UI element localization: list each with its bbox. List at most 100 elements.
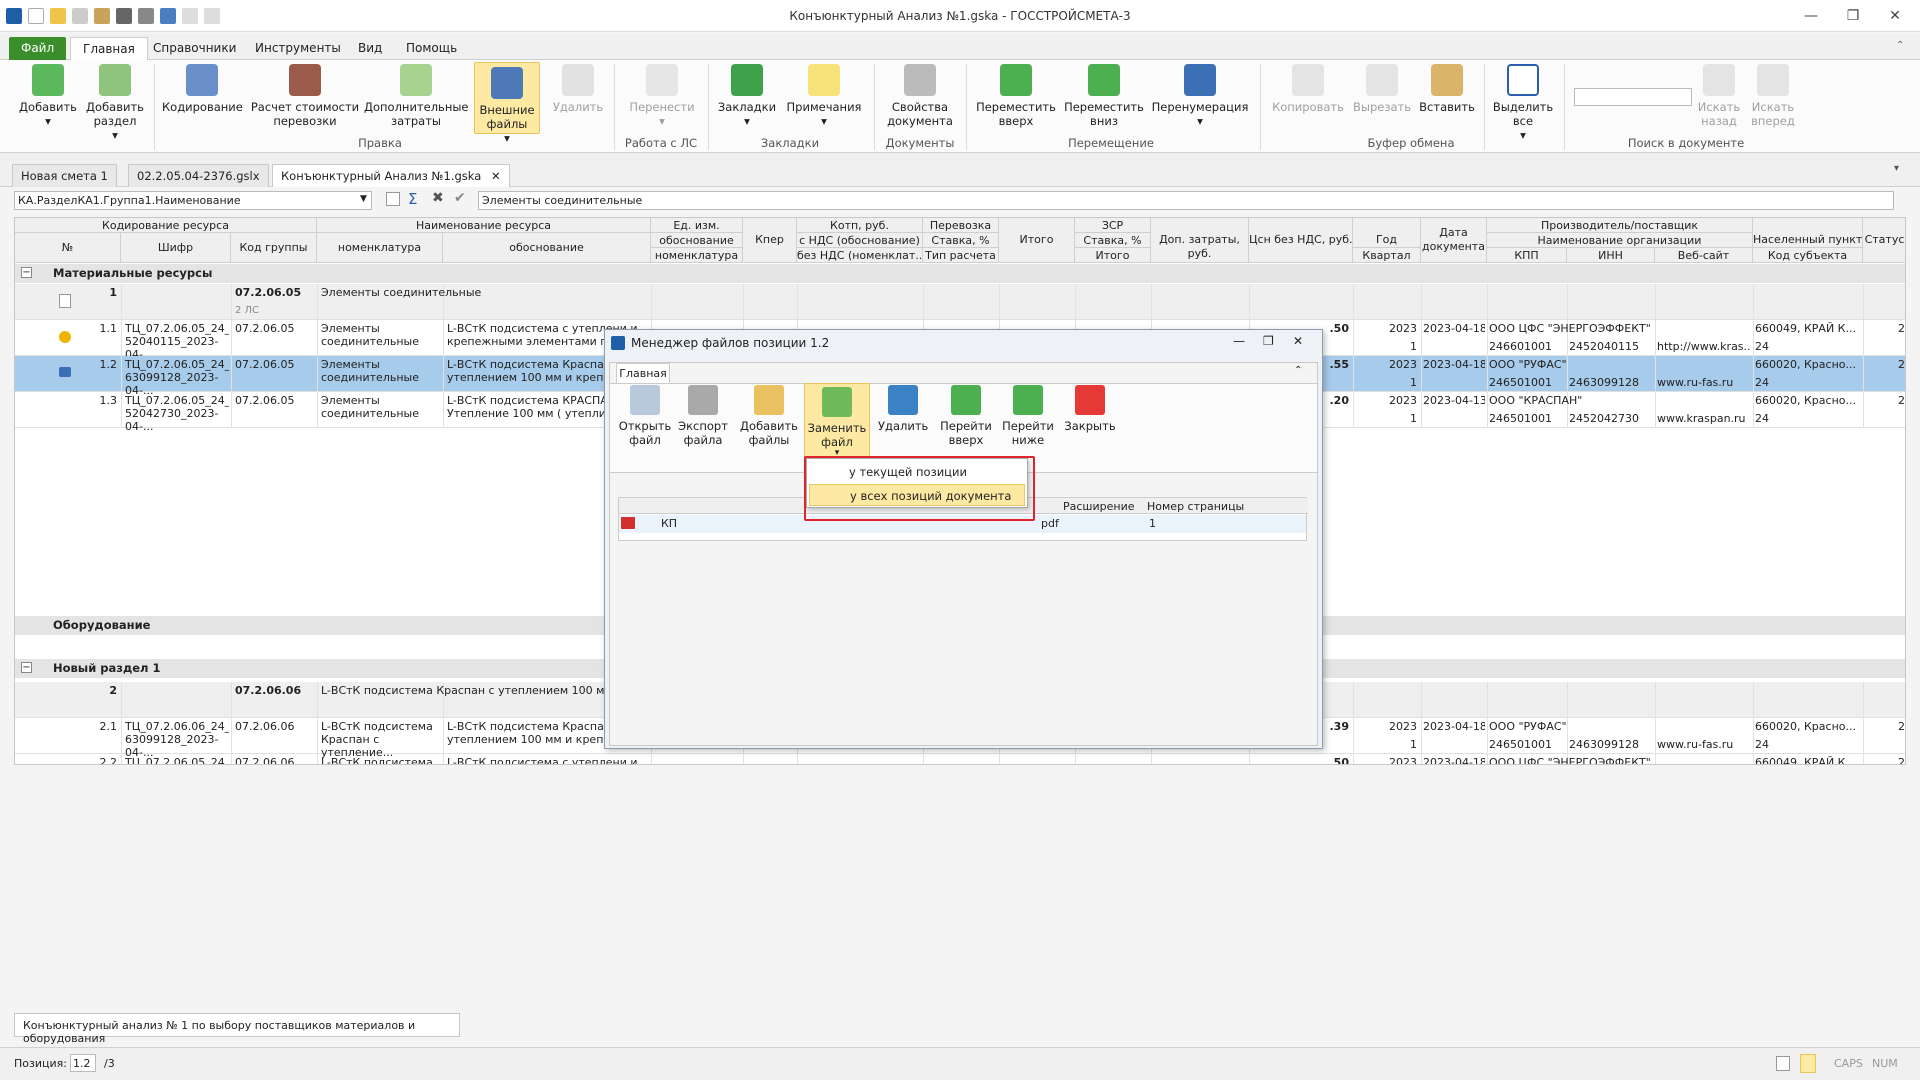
tab-references[interactable]: Справочники (141, 37, 248, 60)
field-selector[interactable]: КА.РазделКА1.Группа1.Наименование (14, 191, 372, 210)
tab-tools[interactable]: Инструменты (243, 37, 353, 60)
delete-file-button[interactable]: Удалить (878, 385, 928, 433)
row-group-code: 07.2.06.05 (235, 286, 302, 299)
dialog-close-icon[interactable]: ✕ (1293, 334, 1303, 348)
replace-file-button[interactable]: Заменить файл ▾ (804, 383, 870, 458)
arrow-up-icon (1000, 64, 1032, 96)
title-bar: Конъюнктурный Анализ №1.gska - ГОССТРОЙС… (0, 0, 1920, 32)
col-extra: Доп. затраты, руб. (1151, 218, 1249, 263)
export-file-button[interactable]: Экспорт файла (676, 385, 730, 447)
go-up-button[interactable]: Перейти вверх (938, 385, 994, 447)
note-icon (808, 64, 840, 96)
select-all-button[interactable]: Выделить все ▾ (1490, 64, 1556, 142)
file-page: 1 (1149, 517, 1156, 530)
col-group-coding: Кодирование ресурса (15, 218, 317, 233)
doc-tab-gslx[interactable]: 02.2.05.04-2376.gslx (128, 164, 269, 187)
go-down-button[interactable]: Перейти ниже (1000, 385, 1056, 447)
file-name: КП (661, 517, 678, 530)
close-dialog-button[interactable]: Закрыть (1062, 385, 1118, 433)
coding-button[interactable]: Кодирование (162, 64, 243, 114)
row-inn: 2452040115 (1569, 340, 1639, 353)
dialog-ribbon-collapse-icon[interactable]: ⌃ (1294, 365, 1302, 376)
dialog-minimize-icon[interactable]: — (1233, 334, 1245, 348)
row-nomenclature: Элементы соединительные (321, 286, 482, 299)
doc-tab-new-estimate[interactable]: Новая смета 1 (12, 164, 117, 187)
table-row[interactable]: 1 07.2.06.05 Элементы соединительные 2 ЛС (15, 284, 1905, 320)
row-nomenclature: Элементы соединительные (321, 394, 419, 420)
tab-view[interactable]: Вид (346, 37, 394, 60)
formula-input[interactable]: Элементы соединительные (478, 191, 1894, 210)
move-up-button[interactable]: Переместить вверх (974, 64, 1058, 128)
move-down-button[interactable]: Переместить вниз (1062, 64, 1146, 128)
row-website: www.kraspan.ru (1657, 412, 1746, 425)
add-files-button[interactable]: Добавить файлы (740, 385, 798, 447)
tab-home[interactable]: Главная (70, 37, 148, 60)
bookmarks-button[interactable]: Закладки ▾ (716, 64, 778, 128)
row-org: ООО ЦФС "ЭНЕРГОЭФФЕКТ" (1489, 756, 1651, 765)
col-zsr-total: Итого (1075, 248, 1151, 263)
extra-costs-button[interactable]: Дополнительные затраты (364, 64, 469, 128)
highlight-frame (804, 456, 1035, 521)
row-status: 2 (1898, 720, 1905, 733)
search-input[interactable] (1574, 88, 1692, 106)
cut-button[interactable]: Вырезать (1352, 64, 1412, 114)
col-group-code: Код группы (231, 233, 317, 263)
paste-button[interactable]: Вставить (1416, 64, 1478, 114)
copy-button[interactable]: Копировать (1268, 64, 1348, 114)
add-section-button[interactable]: Добавить раздел ▾ (84, 64, 146, 142)
minimize-icon[interactable]: — (1796, 4, 1826, 28)
file-manager-dialog: Менеджер файлов позиции 1.2 — ❐ ✕ Главна… (604, 329, 1323, 749)
tab-list-icon[interactable]: ▾ (1894, 163, 1899, 174)
dialog-maximize-icon[interactable]: ❐ (1263, 334, 1274, 348)
position-input[interactable]: 1.2 (70, 1054, 96, 1072)
col-no: № (15, 233, 121, 263)
row-group-code: 07.2.06.06 (235, 756, 295, 765)
tab-help[interactable]: Помощь (394, 37, 469, 60)
row-nomenclature: Элементы соединительные (321, 358, 419, 384)
col-quarter: Квартал (1353, 248, 1421, 263)
trash-icon (562, 64, 594, 96)
layout-view-icon[interactable] (1800, 1054, 1816, 1073)
search-back-button[interactable]: Искать назад (1694, 64, 1744, 128)
section-row[interactable]: − Материальные ресурсы (15, 264, 1905, 283)
external-files-button[interactable]: Внешние файлы ▾ (474, 62, 540, 145)
cancel-icon[interactable]: ✖ (432, 190, 444, 206)
transport-cost-button[interactable]: Расчет стоимости перевозки (250, 64, 360, 128)
row-website: http://www.kras... (1657, 340, 1751, 353)
search-forward-button[interactable]: Искать вперед (1748, 64, 1798, 128)
col-page-number: Номер страницы (1147, 500, 1245, 513)
accept-icon[interactable]: ✔ (454, 190, 466, 206)
maximize-icon[interactable]: ❐ (1838, 4, 1868, 28)
section-title: Новый раздел 1 (53, 661, 161, 675)
document-properties-button[interactable]: Свойства документа (880, 64, 960, 128)
col-unit: Ед. изм. (651, 218, 743, 233)
dialog-tab-home[interactable]: Главная (616, 363, 670, 383)
close-tab-icon[interactable]: ✕ (491, 169, 501, 183)
move-to-button[interactable]: Перенести ▾ (622, 64, 702, 128)
row-price: .50 (1329, 756, 1350, 765)
ribbon-collapse-icon[interactable]: ⌃ (1896, 40, 1904, 51)
pdf-icon (621, 517, 635, 529)
copy-doc-icon (59, 294, 71, 308)
tab-file[interactable]: Файл (9, 37, 67, 60)
table-row[interactable]: 2.2 ТЦ_07.2.06.05_24_24 52040115_2023-04-… (15, 754, 1905, 765)
close-icon[interactable]: ✕ (1880, 4, 1910, 28)
file-extension: pdf (1041, 517, 1059, 530)
delete-button[interactable]: Удалить (548, 64, 608, 114)
copy-field-icon[interactable] (386, 192, 400, 206)
row-quarter: 1 (1410, 340, 1417, 353)
open-file-button[interactable]: Открыть файл (618, 385, 672, 447)
renumber-button[interactable]: Перенумерация ▾ (1150, 64, 1250, 128)
add-button[interactable]: Добавить ▾ (18, 64, 78, 128)
sigma-icon[interactable]: Σ (408, 190, 417, 208)
page-view-icon[interactable] (1776, 1056, 1790, 1071)
document-icon (904, 64, 936, 96)
col-kotp-novat: без НДС (номенклат... (797, 248, 923, 263)
collapse-icon[interactable]: − (21, 662, 32, 673)
doc-tab-analysis[interactable]: Конъюнктурный Анализ №1.gska ✕ (272, 164, 510, 187)
row-number: 1.1 (99, 322, 118, 335)
chevron-down-icon[interactable]: ▼ (360, 194, 367, 204)
caps-indicator: CAPS (1834, 1057, 1863, 1070)
collapse-icon[interactable]: − (21, 267, 32, 278)
notes-button[interactable]: Примечания ▾ (784, 64, 864, 128)
